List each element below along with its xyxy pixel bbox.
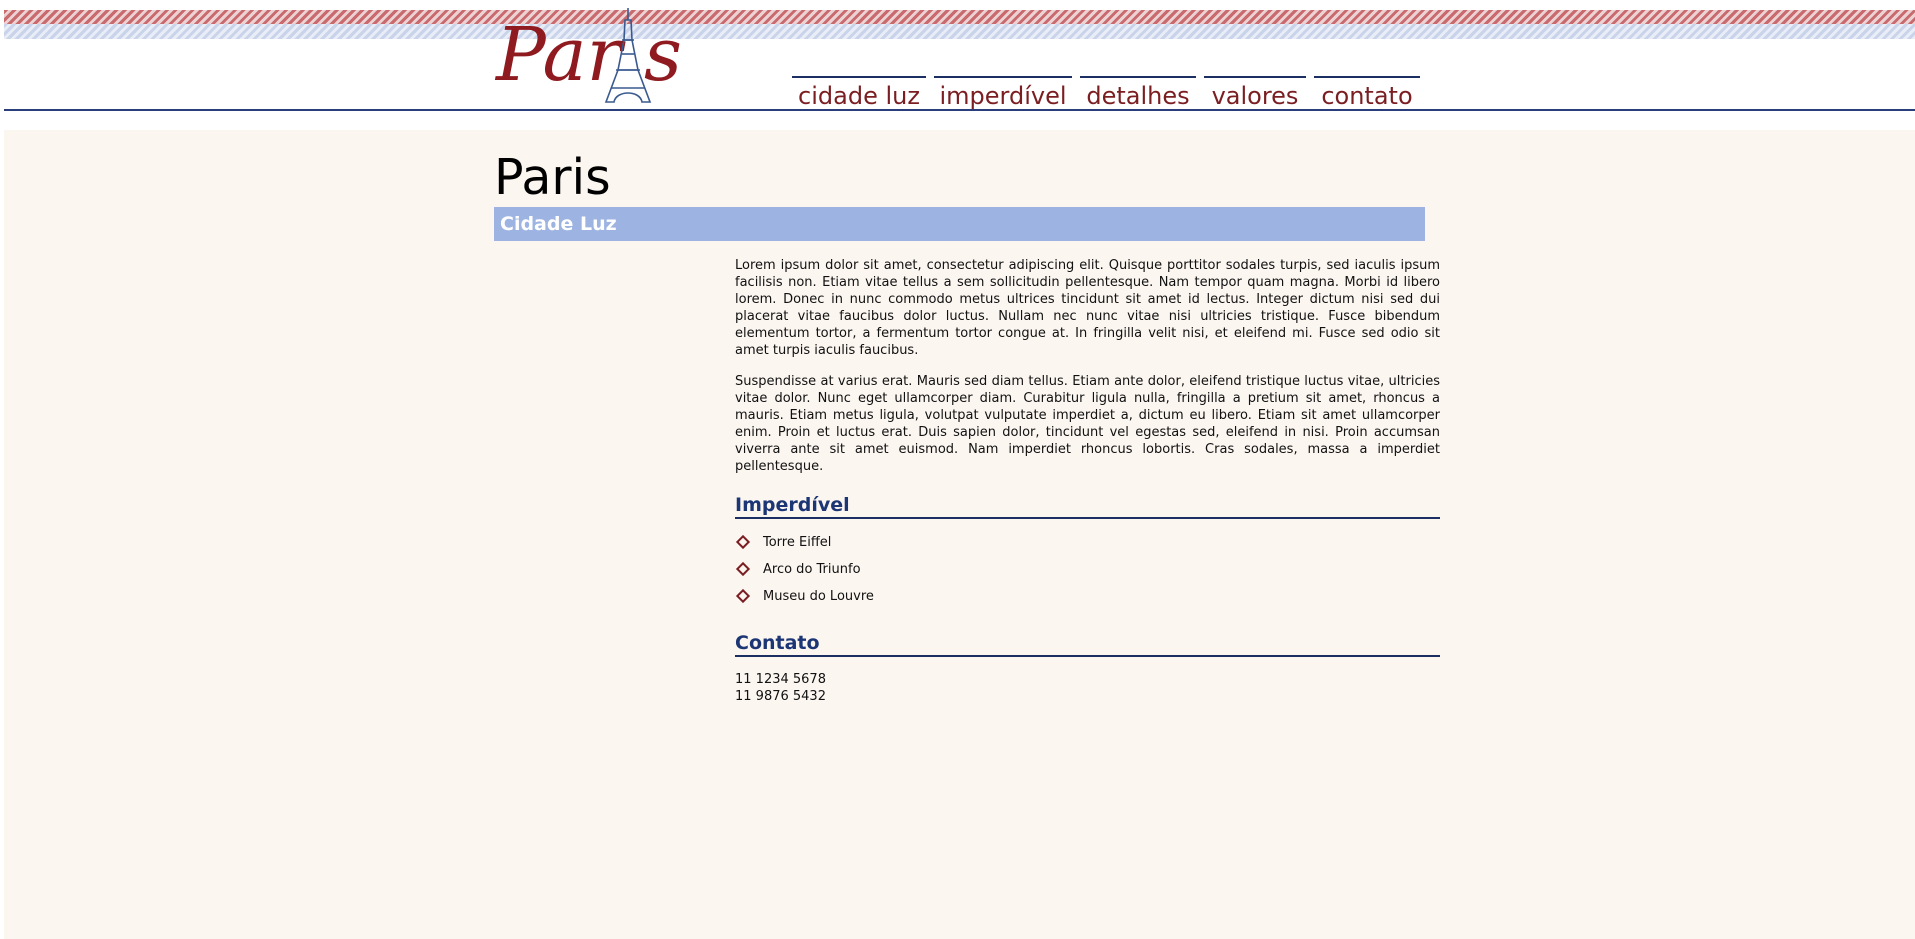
page-left-edge — [0, 0, 4, 939]
nav-item-label: valores — [1211, 82, 1299, 110]
paris-logo-image: Par s — [494, 8, 682, 103]
page-subtitle: Cidade Luz — [494, 207, 1425, 241]
nav-item-label: cidade luz — [798, 82, 920, 110]
nav-item-cidade-luz[interactable]: cidade luz — [792, 76, 926, 110]
diamond-bullet-icon — [735, 588, 751, 604]
list-item: Torre Eiffel — [735, 533, 1440, 551]
diamond-bullet-icon — [735, 561, 751, 577]
header-divider — [4, 109, 1915, 111]
attractions-list: Torre Eiffel Arco do Triunfo Museu do Lo… — [735, 533, 1440, 605]
list-item: Museu do Louvre — [735, 587, 1440, 605]
intro-paragraph: Suspendisse at varius erat. Mauris sed d… — [735, 374, 1440, 474]
nav-item-label: imperdível — [939, 82, 1067, 110]
section-heading-contato: Contato — [735, 631, 1440, 657]
svg-text:Par: Par — [494, 12, 627, 98]
main-nav: cidade luz imperdível detalhes valores c… — [792, 76, 1428, 110]
phone-number: 11 9876 5432 — [735, 689, 826, 704]
list-item-label: Arco do Triunfo — [763, 561, 861, 577]
contact-info: 11 1234 5678 11 9876 5432 — [735, 671, 1440, 705]
intro-paragraph: Lorem ipsum dolor sit amet, consectetur … — [735, 258, 1440, 358]
nav-item-label: contato — [1321, 82, 1413, 110]
svg-text:s: s — [644, 12, 682, 98]
header-stripe-red — [4, 10, 1915, 24]
nav-item-detalhes[interactable]: detalhes — [1080, 76, 1196, 110]
nav-item-imperdivel[interactable]: imperdível — [934, 76, 1072, 110]
page-title: Paris — [494, 149, 611, 206]
phone-number: 11 1234 5678 — [735, 672, 826, 687]
list-item-label: Museu do Louvre — [763, 588, 874, 604]
nav-item-contato[interactable]: contato — [1314, 76, 1420, 110]
list-item: Arco do Triunfo — [735, 560, 1440, 578]
header-stripe-blue — [4, 24, 1915, 39]
diamond-bullet-icon — [735, 534, 751, 550]
section-heading-imperdivel: Imperdível — [735, 493, 1440, 519]
nav-item-valores[interactable]: valores — [1204, 76, 1306, 110]
nav-item-label: detalhes — [1086, 82, 1190, 110]
site-logo[interactable]: Par s — [494, 4, 684, 104]
main-content: Lorem ipsum dolor sit amet, consectetur … — [735, 257, 1440, 705]
site-header: Par s cidade luz imperdível detalhes val… — [4, 0, 1915, 130]
list-item-label: Torre Eiffel — [763, 534, 832, 550]
